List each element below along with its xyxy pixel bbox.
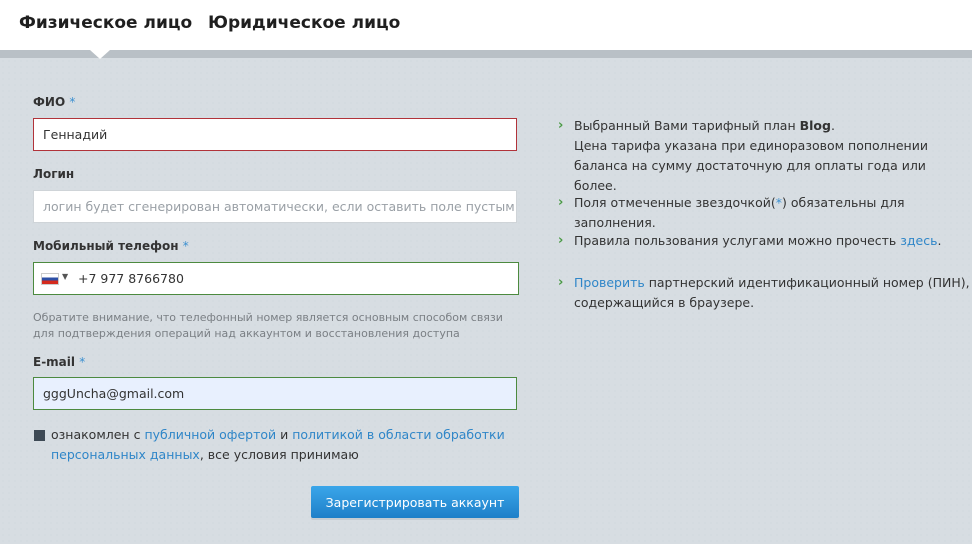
rules-link[interactable]: здесь bbox=[900, 233, 937, 248]
login-label-text: Логин bbox=[33, 167, 75, 181]
rules-suffix: . bbox=[937, 233, 942, 248]
required-prefix: Поля отмеченные звездочкой( bbox=[574, 195, 776, 210]
russia-flag-icon bbox=[41, 273, 59, 285]
email-label-text: E-mail bbox=[33, 355, 76, 369]
rules-prefix: Правила пользования услугами можно проче… bbox=[574, 233, 901, 248]
info-pin: › Проверить партнерский идентификационны… bbox=[558, 273, 970, 313]
register-button[interactable]: Зарегистрировать аккаунт bbox=[311, 486, 519, 518]
agree-prefix: ознакомлен с bbox=[51, 427, 145, 442]
info-rules: › Правила пользования услугами можно про… bbox=[558, 231, 970, 251]
phone-label-text: Мобильный телефон bbox=[33, 239, 179, 253]
caret-down-icon: ▼ bbox=[62, 272, 69, 281]
check-pin-link[interactable]: Проверить bbox=[574, 275, 645, 290]
tariff-suffix: . bbox=[830, 118, 835, 133]
email-label: E-mail * bbox=[33, 355, 85, 369]
tab-individual[interactable]: Физическое лицо bbox=[19, 13, 192, 33]
info-rules-text: Правила пользования услугами можно проче… bbox=[574, 231, 970, 251]
tariff-plan: Blog bbox=[799, 118, 831, 133]
info-pin-text: Проверить партнерский идентификационный … bbox=[574, 273, 970, 313]
info-required: › Поля отмеченные звездочкой(*) обязател… bbox=[558, 193, 970, 233]
chevron-right-icon: › bbox=[558, 118, 564, 133]
country-selector[interactable]: ▼ bbox=[34, 263, 74, 294]
info-required-text: Поля отмеченные звездочкой(*) обязательн… bbox=[574, 193, 970, 233]
fio-label: ФИО * bbox=[33, 95, 75, 109]
agree-text: ознакомлен с публичной офертой и политик… bbox=[51, 425, 511, 465]
tab-legal-entity[interactable]: Юридическое лицо bbox=[208, 13, 400, 33]
chevron-right-icon: › bbox=[558, 195, 564, 210]
phone-input[interactable] bbox=[78, 263, 508, 294]
agree-suffix: , все условия принимаю bbox=[199, 447, 359, 462]
chevron-right-icon: › bbox=[558, 233, 564, 248]
tab-bar-divider bbox=[0, 50, 972, 58]
phone-hint: Обратите внимание, что телефонный номер … bbox=[33, 311, 503, 340]
info-tariff-text: Выбранный Вами тарифный план Blog. Цена … bbox=[574, 116, 970, 196]
info-tariff: › Выбранный Вами тарифный план Blog. Цен… bbox=[558, 116, 970, 196]
agree-checkbox[interactable] bbox=[34, 430, 45, 441]
agree-mid: и bbox=[276, 427, 293, 442]
login-input[interactable] bbox=[33, 190, 517, 223]
fio-input[interactable] bbox=[33, 118, 517, 151]
public-offer-link[interactable]: публичной офертой bbox=[144, 427, 276, 442]
tariff-prefix: Выбранный Вами тарифный план bbox=[574, 118, 800, 133]
required-mark: * bbox=[79, 355, 86, 369]
email-input[interactable] bbox=[33, 377, 517, 410]
chevron-right-icon: › bbox=[558, 275, 564, 290]
login-label: Логин bbox=[33, 167, 74, 181]
required-mark: * bbox=[182, 239, 189, 253]
phone-field: ▼ bbox=[33, 262, 519, 295]
tab-bar: Физическое лицо Юридическое лицо bbox=[0, 0, 972, 50]
phone-label: Мобильный телефон * bbox=[33, 239, 189, 253]
fio-label-text: ФИО bbox=[33, 95, 66, 109]
active-tab-indicator bbox=[90, 50, 110, 59]
tariff-note: Цена тарифа указана при единоразовом поп… bbox=[574, 138, 928, 193]
required-mark: * bbox=[69, 95, 76, 109]
